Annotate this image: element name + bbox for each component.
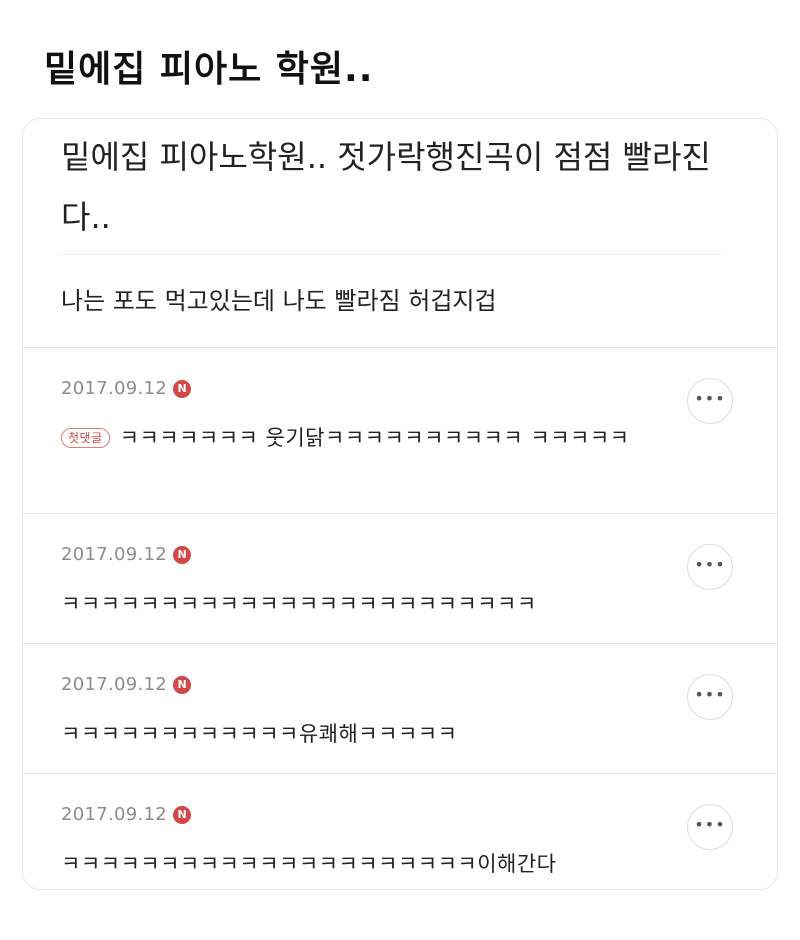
new-badge-icon: N: [173, 675, 192, 694]
comment-date: 2017.09.12: [61, 804, 168, 825]
comment-item: 2017.09.12 N 첫댓글 ㅋㅋㅋㅋㅋㅋㅋ 웃기닭ㅋㅋㅋㅋㅋㅋㅋㅋㅋㅋ ㅋㅋ…: [23, 347, 777, 513]
page-title: 밑에집 피아노 학원..: [44, 49, 374, 90]
post-title: 밑에집 피아노학원.. 젓가락행진곡이 점점 빨라진다..: [61, 138, 711, 236]
more-options-button[interactable]: •••: [687, 804, 733, 850]
more-options-button[interactable]: •••: [687, 544, 733, 590]
comment-item: 2017.09.12 N ㅋㅋㅋㅋㅋㅋㅋㅋㅋㅋㅋㅋ유쾌해ㅋㅋㅋㅋㅋ •••: [23, 643, 777, 773]
first-comment-badge: 첫댓글: [61, 428, 110, 448]
more-dots-icon: •••: [694, 388, 726, 408]
comment-meta: 2017.09.12 N: [61, 804, 192, 825]
comment-item: 2017.09.12 N ㅋㅋㅋㅋㅋㅋㅋㅋㅋㅋㅋㅋㅋㅋㅋㅋㅋㅋㅋㅋㅋㅋㅋㅋ ••…: [23, 513, 777, 643]
comment-text: ㅋㅋㅋㅋㅋㅋㅋㅋㅋㅋㅋㅋㅋㅋㅋㅋㅋㅋㅋㅋㅋㅋㅋㅋ: [61, 592, 537, 616]
new-badge-icon: N: [173, 805, 192, 824]
new-badge-icon: N: [173, 379, 192, 398]
more-dots-icon: •••: [694, 684, 726, 704]
comment-date: 2017.09.12: [61, 674, 168, 695]
comment-meta: 2017.09.12 N: [61, 378, 192, 399]
comment-item: 2017.09.12 N ㅋㅋㅋㅋㅋㅋㅋㅋㅋㅋㅋㅋㅋㅋㅋㅋㅋㅋㅋㅋㅋ이해간다 •…: [23, 773, 777, 889]
post-card: 밑에집 피아노학원.. 젓가락행진곡이 점점 빨라진다.. 나는 포도 먹고있는…: [22, 118, 778, 890]
comment-text: 첫댓글 ㅋㅋㅋㅋㅋㅋㅋ 웃기닭ㅋㅋㅋㅋㅋㅋㅋㅋㅋㅋ ㅋㅋㅋㅋㅋ: [61, 420, 661, 456]
comment-meta: 2017.09.12 N: [61, 674, 192, 695]
comment-body: ㅋㅋㅋㅋㅋㅋㅋ 웃기닭ㅋㅋㅋㅋㅋㅋㅋㅋㅋㅋ ㅋㅋㅋㅋㅋ: [119, 426, 630, 450]
more-dots-icon: •••: [694, 814, 726, 834]
comment-meta: 2017.09.12 N: [61, 544, 192, 565]
new-badge-icon: N: [173, 545, 192, 564]
comment-date: 2017.09.12: [61, 378, 168, 399]
more-dots-icon: •••: [694, 554, 726, 574]
post-body: 나는 포도 먹고있는데 나도 빨라짐 허겁지겁: [61, 287, 497, 315]
more-options-button[interactable]: •••: [687, 378, 733, 424]
comment-text: ㅋㅋㅋㅋㅋㅋㅋㅋㅋㅋㅋㅋ유쾌해ㅋㅋㅋㅋㅋ: [61, 722, 458, 746]
more-options-button[interactable]: •••: [687, 674, 733, 720]
post-divider: [61, 254, 721, 255]
comment-date: 2017.09.12: [61, 544, 168, 565]
comment-text: ㅋㅋㅋㅋㅋㅋㅋㅋㅋㅋㅋㅋㅋㅋㅋㅋㅋㅋㅋㅋㅋ이해간다: [61, 852, 557, 876]
